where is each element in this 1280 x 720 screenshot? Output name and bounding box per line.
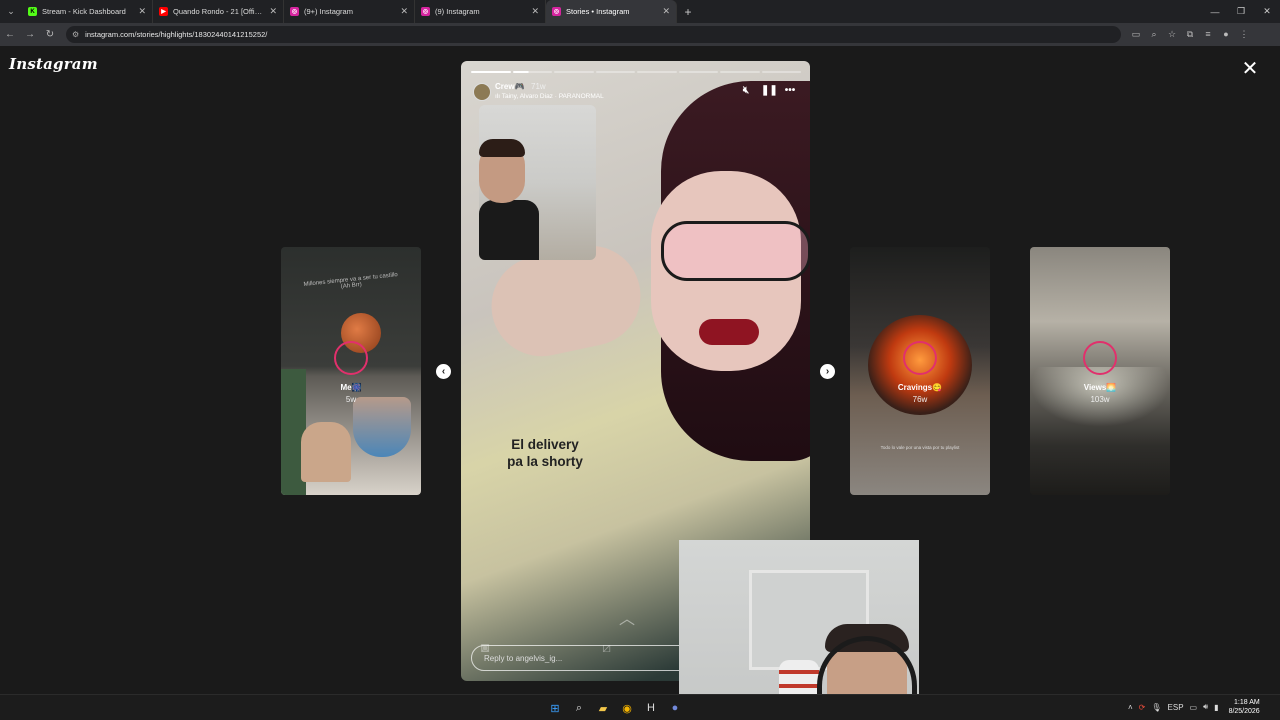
- story-music-label[interactable]: ılı Tainy, Alvaro Diaz · PARANORMAL: [495, 93, 604, 100]
- story-progress-bar: [471, 71, 801, 73]
- card-caption: Todo lo vale por una vista por tu playli…: [880, 445, 960, 450]
- progress-segment: [637, 71, 677, 73]
- search-icon[interactable]: ⌕: [571, 700, 587, 716]
- progress-segment: [595, 71, 635, 73]
- close-tab-icon[interactable]: ✕: [531, 6, 539, 17]
- progress-segment: [554, 71, 594, 73]
- card-overlay-text: Millones siempre va a ser tu castillo (A…: [303, 272, 399, 291]
- story-overlay-text: El delivery pa la shorty: [507, 437, 583, 469]
- card-title: Me🎆: [340, 383, 362, 392]
- instagram-logo[interactable]: Instagram: [9, 55, 98, 73]
- progress-segment: [761, 71, 801, 73]
- tab-title: (9) Instagram: [435, 7, 480, 16]
- avatar: [334, 341, 368, 375]
- kick-icon: K: [28, 7, 37, 16]
- menu-icon[interactable]: ⋮: [1235, 29, 1253, 40]
- close-window-icon[interactable]: ✕: [1254, 0, 1280, 23]
- close-icon[interactable]: ✕: [1241, 59, 1259, 79]
- zoom-icon[interactable]: ⌕: [1145, 29, 1163, 40]
- instagram-icon: ◎: [421, 7, 430, 16]
- toolbar-buttons: ▭ ⌕ ☆ ⧉ ≡ ● ⋮: [1127, 29, 1253, 40]
- progress-segment: [512, 71, 552, 73]
- card-title: Views🌅: [1083, 383, 1117, 392]
- next-story-button[interactable]: ›: [820, 364, 835, 379]
- tab-search-icon[interactable]: ⌄: [0, 0, 22, 23]
- tab-title: (9+) Instagram: [304, 7, 353, 16]
- microphone-icon[interactable]: 🎙︎: [1151, 703, 1161, 712]
- forward-icon[interactable]: →: [20, 29, 40, 40]
- app-h-icon[interactable]: H: [643, 700, 659, 716]
- tab-kick-dashboard[interactable]: K Stream - Kick Dashboard ✕: [22, 0, 153, 23]
- card-title: Cravings😋: [897, 383, 943, 392]
- youtube-icon: ▶: [159, 7, 168, 16]
- url-input[interactable]: ⚙ instagram.com/stories/highlights/18302…: [66, 26, 1121, 43]
- minimize-icon[interactable]: —: [1202, 0, 1228, 23]
- tab-title: Stream - Kick Dashboard: [42, 7, 126, 16]
- window-controls: — ❐ ✕: [1202, 0, 1280, 23]
- mute-icon[interactable]: 🔇︎: [739, 84, 753, 98]
- progress-segment: [720, 71, 760, 73]
- story-inset-photo: [479, 105, 596, 260]
- taskbar: ⊞ ⌕ ▰ ◉ H ● ˄ ⟳ 🎙︎ ESP ▭ 🔊︎ ▮ 1:18 AM 8/…: [0, 694, 1280, 720]
- tab-instagram-1[interactable]: ◎ (9+) Instagram ✕: [284, 0, 415, 23]
- bookmark-star-icon[interactable]: ☆: [1163, 29, 1181, 40]
- discord-icon[interactable]: ●: [667, 700, 683, 716]
- webcam-overlay: [679, 540, 919, 720]
- card-time: 5w: [345, 395, 357, 404]
- file-explorer-icon[interactable]: ▰: [595, 700, 611, 716]
- progress-segment: [678, 71, 718, 73]
- back-icon[interactable]: ←: [0, 29, 20, 40]
- highlight-card-cravings[interactable]: Cravings😋 76w Todo lo vale por una vista…: [850, 247, 990, 495]
- previous-story-button[interactable]: ‹: [436, 364, 451, 379]
- more-options-icon[interactable]: •••: [783, 84, 797, 98]
- battery-icon[interactable]: ▮: [1214, 703, 1218, 712]
- story-controls: 🔇︎ ❚❚ •••: [739, 84, 797, 98]
- instagram-icon: ◎: [290, 7, 299, 16]
- avatar[interactable]: [473, 83, 491, 101]
- tab-youtube[interactable]: ▶ Quando Rondo - 21 [Official Au ✕: [153, 0, 284, 23]
- clock[interactable]: 1:18 AM 8/25/2026: [1229, 698, 1260, 716]
- card-time: 76w: [912, 395, 928, 404]
- language-indicator[interactable]: ESP: [1168, 703, 1184, 712]
- url-text: instagram.com/stories/highlights/1830244…: [85, 30, 268, 39]
- pause-icon[interactable]: ❚❚: [761, 84, 778, 98]
- new-tab-button[interactable]: +: [677, 5, 699, 19]
- close-tab-icon[interactable]: ✕: [269, 6, 277, 17]
- sync-icon[interactable]: ⟳: [1139, 703, 1146, 712]
- site-info-icon[interactable]: ⚙: [72, 30, 79, 39]
- close-tab-icon[interactable]: ✕: [138, 6, 146, 17]
- story-time: 71w: [531, 82, 546, 91]
- close-tab-icon[interactable]: ✕: [400, 6, 408, 17]
- story-viewer: Instagram ✕ Millones siempre va a ser tu…: [0, 46, 1280, 694]
- taskbar-apps: ⊞ ⌕ ▰ ◉ H ●: [547, 700, 683, 716]
- avatar: [903, 341, 937, 375]
- story-username[interactable]: Crew🎮: [495, 82, 525, 91]
- network-icon[interactable]: ▭: [1190, 703, 1198, 712]
- highlight-card-prev[interactable]: Millones siempre va a ser tu castillo (A…: [281, 247, 421, 495]
- reload-icon[interactable]: ↻: [40, 29, 60, 40]
- progress-segment: [471, 71, 511, 73]
- tab-instagram-stories[interactable]: ◎ Stories • Instagram ✕: [546, 0, 677, 23]
- windows-start-icon[interactable]: ⊞: [547, 700, 563, 716]
- volume-icon[interactable]: 🔊︎: [1203, 702, 1208, 712]
- avatar: [1083, 341, 1117, 375]
- address-bar: ← → ↻ ⚙ instagram.com/stories/highlights…: [0, 23, 1280, 46]
- chevron-up-icon[interactable]: ˄: [1128, 703, 1133, 712]
- chevron-up-icon[interactable]: ︿: [619, 605, 635, 629]
- chrome-icon[interactable]: ◉: [619, 700, 635, 716]
- close-tab-icon[interactable]: ✕: [662, 6, 670, 17]
- highlight-card-views[interactable]: Views🌅 103w: [1030, 247, 1170, 495]
- tab-title: Stories • Instagram: [566, 7, 630, 16]
- tab-title: Quando Rondo - 21 [Official Au: [173, 7, 266, 16]
- card-time: 103w: [1090, 395, 1110, 404]
- extensions-icon[interactable]: ⧉: [1181, 29, 1199, 40]
- profile-icon[interactable]: ●: [1217, 29, 1235, 40]
- tab-instagram-2[interactable]: ◎ (9) Instagram ✕: [415, 0, 546, 23]
- browser-tab-strip: ⌄ K Stream - Kick Dashboard ✕ ▶ Quando R…: [0, 0, 1280, 23]
- instagram-icon: ◎: [552, 7, 561, 16]
- system-tray: ˄ ⟳ 🎙︎ ESP ▭ 🔊︎ ▮ 1:18 AM 8/25/2026: [1128, 698, 1260, 716]
- reading-list-icon[interactable]: ≡: [1199, 29, 1217, 40]
- maximize-icon[interactable]: ❐: [1228, 0, 1254, 23]
- cast-icon[interactable]: ▭: [1127, 29, 1145, 40]
